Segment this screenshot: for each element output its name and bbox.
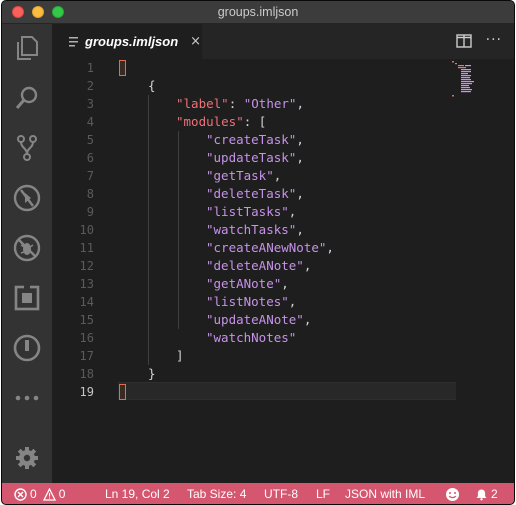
power-icon[interactable]	[11, 332, 43, 364]
more-actions-icon[interactable]: ···	[486, 32, 502, 48]
line-number: 5	[86, 133, 94, 147]
tab-label: groups.imljson	[85, 34, 179, 49]
line-number: 1	[86, 61, 94, 75]
line-number-gutter: 1 2 3 4 5 6 7 8 9 10 11 12 13 14 15 16 1…	[52, 59, 118, 483]
code-line-18: }	[148, 366, 156, 381]
line-number-active: 19	[79, 385, 94, 399]
line-number: 18	[79, 367, 94, 381]
explorer-icon[interactable]	[11, 32, 43, 64]
json-string: "Other"	[243, 96, 297, 111]
split-editor-icon[interactable]	[456, 34, 472, 48]
error-count: 0	[30, 487, 37, 501]
window-title: groups.imljson	[217, 5, 299, 19]
code-line-5: "createTask",	[206, 132, 304, 147]
code-line-3: "label": "Other",	[176, 96, 304, 111]
bracket-match-close	[119, 384, 126, 400]
bracket-match-open	[119, 60, 126, 76]
line-number: 12	[79, 259, 94, 273]
code-line-13: "getANote",	[206, 276, 289, 291]
code-line-14: "listNotes",	[206, 294, 297, 309]
code-line-9: "listTasks",	[206, 204, 297, 219]
line-number: 9	[86, 205, 94, 219]
line-number: 8	[86, 187, 94, 201]
code-line-10: "watchTasks",	[206, 222, 304, 237]
file-lines-icon	[69, 36, 78, 46]
code-line-15: "updateANote",	[206, 312, 312, 327]
language-mode[interactable]: JSON with IML	[345, 487, 425, 501]
indent-guide	[178, 131, 179, 329]
notifications[interactable]: 2	[475, 487, 498, 501]
tab-close-icon[interactable]: ×	[190, 34, 201, 49]
line-number: 13	[79, 277, 94, 291]
line-number: 17	[79, 349, 94, 363]
line-number: 11	[79, 241, 94, 255]
code-line-7: "getTask",	[206, 168, 282, 183]
status-bar: 0 0 Ln 19, Col 2 Tab Size: 4 UTF-8 LF JS…	[2, 483, 514, 504]
json-key: "modules"	[176, 114, 244, 129]
indent-guide	[148, 95, 149, 365]
search-icon[interactable]	[11, 82, 43, 114]
cursor-position[interactable]: Ln 19, Col 2	[105, 487, 170, 501]
line-number: 16	[79, 331, 94, 345]
source-control-icon[interactable]	[11, 132, 43, 164]
warning-count: 0	[58, 487, 66, 501]
app-window: groups.imljson groups.imljson × ··· 1 2 …	[1, 0, 515, 505]
line-number: 15	[79, 313, 94, 327]
code-line-12: "deleteANote",	[206, 258, 312, 273]
code-area[interactable]: { "label": "Other", "modules": [ "create…	[118, 59, 514, 483]
current-line-highlight	[118, 382, 456, 400]
tab-size[interactable]: Tab Size: 4	[187, 487, 246, 501]
remote-icon[interactable]	[11, 282, 43, 314]
bell-icon	[476, 489, 487, 500]
code-line-8: "deleteTask",	[206, 186, 304, 201]
line-number: 3	[86, 97, 94, 111]
line-number: 7	[86, 169, 94, 183]
extensions-bug-icon[interactable]	[11, 232, 43, 264]
line-number: 10	[79, 223, 94, 237]
feedback-smiley-icon[interactable]	[445, 487, 463, 502]
code-line-4: "modules": [	[176, 114, 267, 129]
line-number: 2	[86, 79, 94, 93]
warning-icon	[42, 487, 56, 501]
minimap[interactable]	[452, 61, 480, 97]
problems-indicator[interactable]: 0 0	[14, 487, 65, 501]
json-key: "label"	[176, 96, 229, 111]
debug-icon[interactable]	[11, 182, 43, 214]
activity-bar	[2, 24, 52, 483]
tab-groups-imljson[interactable]: groups.imljson ×	[52, 24, 202, 59]
code-editor[interactable]: 1 2 3 4 5 6 7 8 9 10 11 12 13 14 15 16 1…	[52, 59, 514, 483]
settings-gear-icon[interactable]	[11, 442, 43, 474]
notification-count: 2	[491, 487, 498, 501]
code-line-16: "watchNotes"	[206, 330, 297, 345]
code-line-11: "createANewNote",	[206, 240, 334, 255]
smiley-icon	[446, 488, 459, 501]
code-line-6: "updateTask",	[206, 150, 304, 165]
line-number: 14	[79, 295, 94, 309]
title-bar: groups.imljson	[2, 1, 514, 24]
line-ending[interactable]: LF	[316, 487, 330, 501]
editor-tab-strip: groups.imljson × ···	[52, 24, 514, 59]
line-number: 6	[86, 151, 94, 165]
line-number: 4	[86, 115, 94, 129]
encoding[interactable]: UTF-8	[264, 487, 298, 501]
error-icon	[14, 487, 27, 501]
code-line-2: {	[148, 78, 156, 93]
code-line-17: ]	[176, 348, 184, 363]
more-icon[interactable]	[11, 382, 43, 414]
